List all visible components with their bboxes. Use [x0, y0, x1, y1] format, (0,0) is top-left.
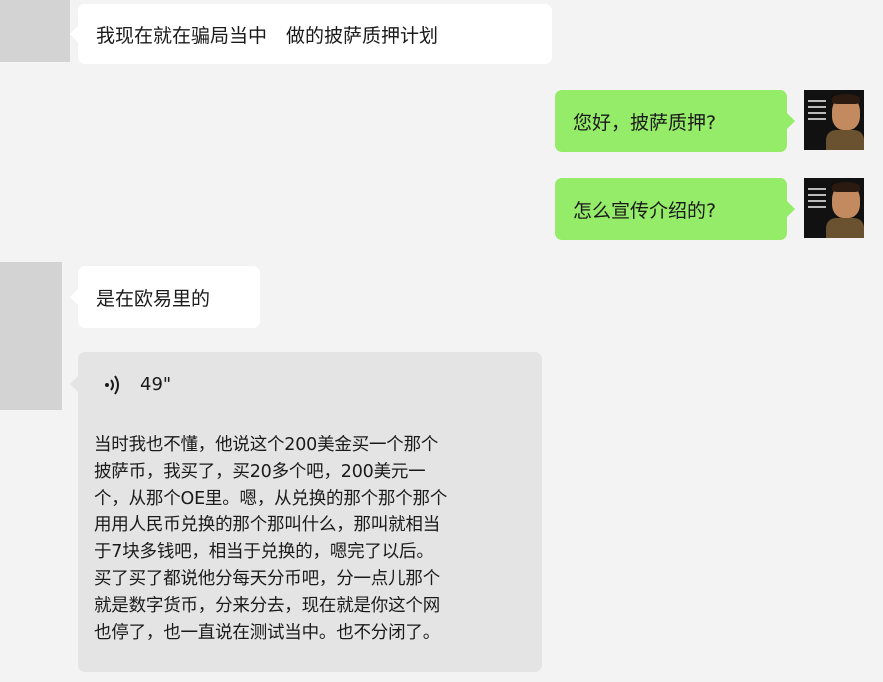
incoming-message-bubble[interactable]: 是在欧易里的 — [70, 266, 260, 328]
avatar-hair — [832, 182, 860, 192]
avatar-text-lines — [808, 188, 826, 212]
contact-avatar[interactable] — [0, 0, 70, 62]
voice-duration: 49" — [140, 374, 172, 395]
outgoing-message-bubble[interactable]: 您好，披萨质押? — [555, 90, 795, 152]
voice-message-card[interactable]: 49" 当时我也不懂，他说这个200美金买一个那个 披萨币，我买了，买20多个吧… — [70, 352, 542, 672]
avatar-text-lines — [808, 100, 826, 124]
message-text: 我现在就在骗局当中 做的披萨质押计划 — [96, 24, 439, 47]
incoming-message-bubble[interactable]: 我现在就在骗局当中 做的披萨质押计划 — [70, 4, 552, 64]
avatar-shirt — [826, 130, 864, 150]
avatar-shirt — [826, 218, 864, 238]
user-avatar[interactable] — [804, 90, 864, 150]
user-avatar[interactable] — [804, 178, 864, 238]
voice-transcript: 当时我也不懂，他说这个200美金买一个那个 披萨币，我买了，买20多个吧，200… — [94, 435, 448, 643]
message-text: 怎么宣传介绍的? — [573, 199, 717, 222]
message-text: 您好，披萨质押? — [573, 111, 717, 134]
contact-avatar[interactable] — [0, 262, 62, 410]
outgoing-message-bubble[interactable]: 怎么宣传介绍的? — [555, 178, 795, 240]
voice-wave-icon — [105, 374, 119, 395]
message-text: 是在欧易里的 — [96, 287, 211, 310]
voice-play-button[interactable]: 49" — [104, 374, 171, 395]
avatar-hair — [832, 94, 860, 104]
